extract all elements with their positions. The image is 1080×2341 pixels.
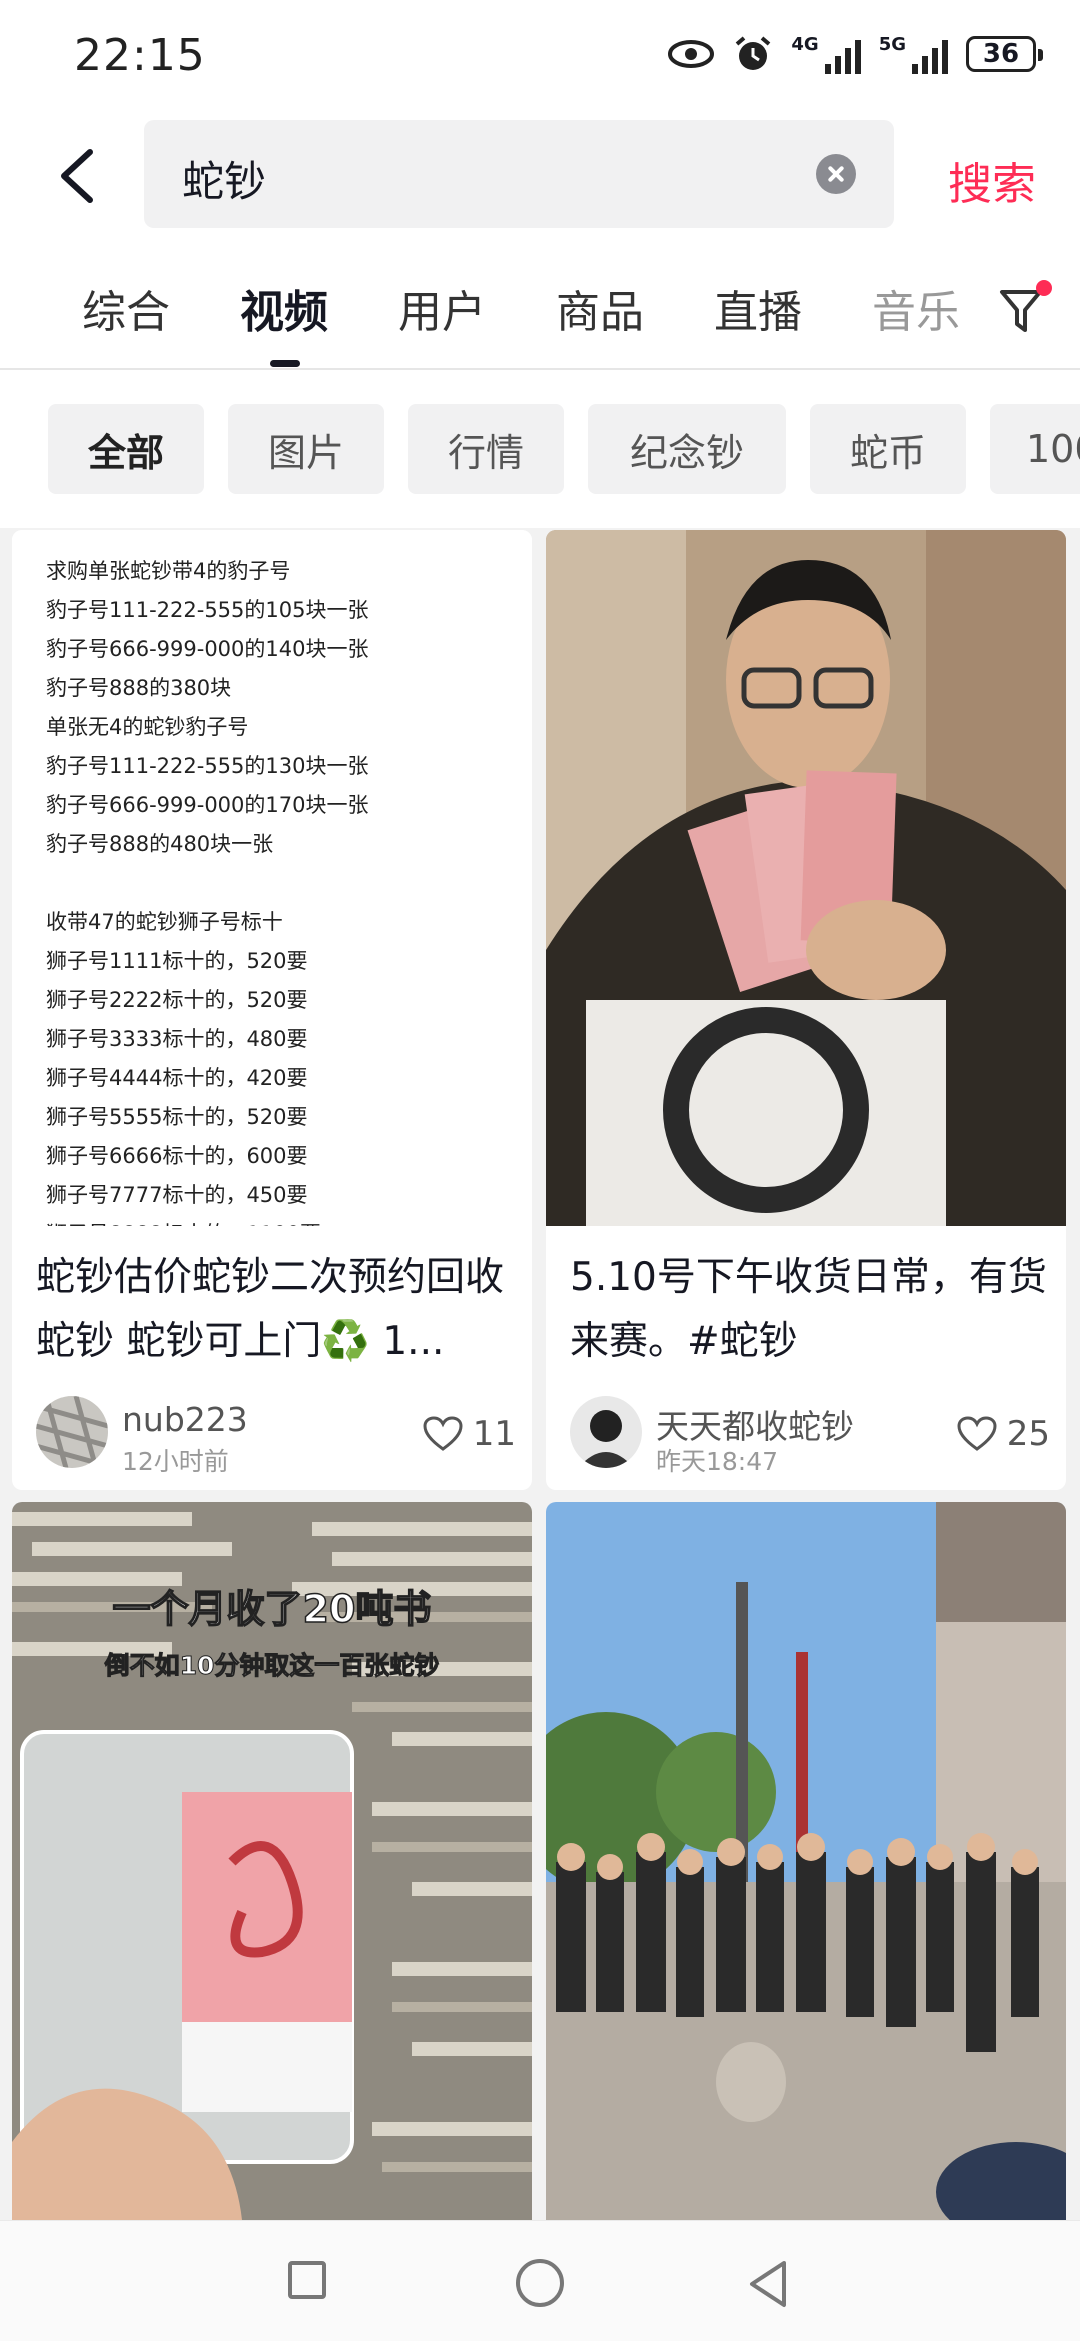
heart-icon <box>423 1416 463 1451</box>
category-tabs: 综合 视频 用户 商品 直播 音乐 <box>0 250 1080 370</box>
recent-apps-icon[interactable] <box>288 2261 326 2299</box>
tab-comprehensive[interactable]: 综合 <box>82 276 170 340</box>
chip-100[interactable]: 100 <box>990 404 1080 494</box>
home-icon[interactable] <box>516 2259 564 2307</box>
tab-video[interactable]: 视频 <box>240 276 328 340</box>
signal-5g-icon: 5G <box>879 34 948 74</box>
alarm-icon <box>736 36 771 70</box>
search-button[interactable]: 搜索 <box>948 148 1036 212</box>
svg-text:一个月收了20吨书: 一个月收了20吨书 <box>113 1587 432 1631</box>
chip-all[interactable]: 全部 <box>48 404 204 494</box>
tab-music[interactable]: 音乐 <box>872 276 960 340</box>
video-card[interactable]: 一个月收了20吨书 倒不如10分钟取这一百张蛇钞 <box>12 1502 532 2220</box>
system-nav-bar <box>0 2220 1080 2341</box>
heart-icon <box>957 1416 997 1451</box>
tab-products[interactable]: 商品 <box>556 276 644 340</box>
back-arrow-icon[interactable] <box>50 146 110 206</box>
tab-live[interactable]: 直播 <box>714 276 802 340</box>
back-icon[interactable] <box>746 2257 790 2311</box>
video-card[interactable]: 5.10号下午收货日常，有货来赛。#蛇钞 天天都收蛇钞 昨天18:47 25 <box>546 530 1066 1490</box>
video-caption[interactable]: 蛇钞估价蛇钞二次预约回收蛇钞 蛇钞可上门♻️ 1... <box>36 1246 516 1374</box>
video-thumbnail-photo[interactable] <box>546 530 1066 1226</box>
video-card[interactable]: 求购单张蛇钞带4的豹子号 豹子号111-222-555的105块一张 豹子号66… <box>12 530 532 1490</box>
video-thumbnail-photo[interactable] <box>546 1502 1066 2220</box>
clear-icon[interactable] <box>816 154 856 194</box>
avatar[interactable] <box>36 1396 108 1468</box>
battery-icon: 36 <box>966 36 1043 72</box>
filter-icon[interactable] <box>994 274 1054 344</box>
author-name[interactable]: 天天都收蛇钞 <box>656 1400 854 1448</box>
author-name[interactable]: nub223 <box>122 1400 248 1439</box>
search-query[interactable]: 蛇钞 <box>182 148 266 209</box>
header-area: 22:15 4G 5G 36 蛇钞 搜索 综合 视频 用户 商品 直播 音乐 <box>0 0 1080 372</box>
chip-market[interactable]: 行情 <box>408 404 564 494</box>
status-bar: 22:15 4G 5G 36 <box>0 0 1080 118</box>
status-icons: 4G 5G 36 <box>667 34 1043 74</box>
post-time: 12小时前 <box>122 1447 229 1476</box>
search-input[interactable]: 蛇钞 <box>144 120 894 228</box>
search-row: 蛇钞 搜索 <box>0 118 1080 234</box>
eye-icon <box>668 40 715 68</box>
tab-users[interactable]: 用户 <box>398 276 486 340</box>
thumbnail-text-lines: 求购单张蛇钞带4的豹子号 豹子号111-222-555的105块一张 豹子号66… <box>46 559 369 1226</box>
svg-text:倒不如10分钟取这一百张蛇钞: 倒不如10分钟取这一百张蛇钞 <box>104 1651 440 1680</box>
video-thumbnail-text[interactable]: 求购单张蛇钞带4的豹子号 豹子号111-222-555的105块一张 豹子号66… <box>12 530 532 1226</box>
avatar[interactable] <box>570 1396 642 1468</box>
video-caption[interactable]: 5.10号下午收货日常，有货来赛。#蛇钞 <box>570 1246 1050 1374</box>
chip-commemorative[interactable]: 纪念钞 <box>588 404 786 494</box>
signal-4g-icon: 4G <box>791 34 861 74</box>
post-time: 昨天18:47 <box>656 1447 779 1476</box>
active-tab-indicator <box>270 360 300 367</box>
video-meta: 天天都收蛇钞 昨天18:47 25 <box>570 1396 1050 1476</box>
video-meta: nub223 12小时前 11 <box>36 1396 516 1476</box>
chip-images[interactable]: 图片 <box>228 404 384 494</box>
like-count[interactable]: 11 <box>423 1414 516 1454</box>
filter-chips: 全部 图片 行情 纪念钞 蛇币 100 <box>0 372 1080 528</box>
video-card[interactable] <box>546 1502 1066 2220</box>
chip-snake-coin[interactable]: 蛇币 <box>810 404 966 494</box>
video-thumbnail-photo[interactable]: 一个月收了20吨书 倒不如10分钟取这一百张蛇钞 <box>12 1502 532 2220</box>
status-time: 22:15 <box>74 30 206 81</box>
like-count[interactable]: 25 <box>957 1414 1050 1454</box>
